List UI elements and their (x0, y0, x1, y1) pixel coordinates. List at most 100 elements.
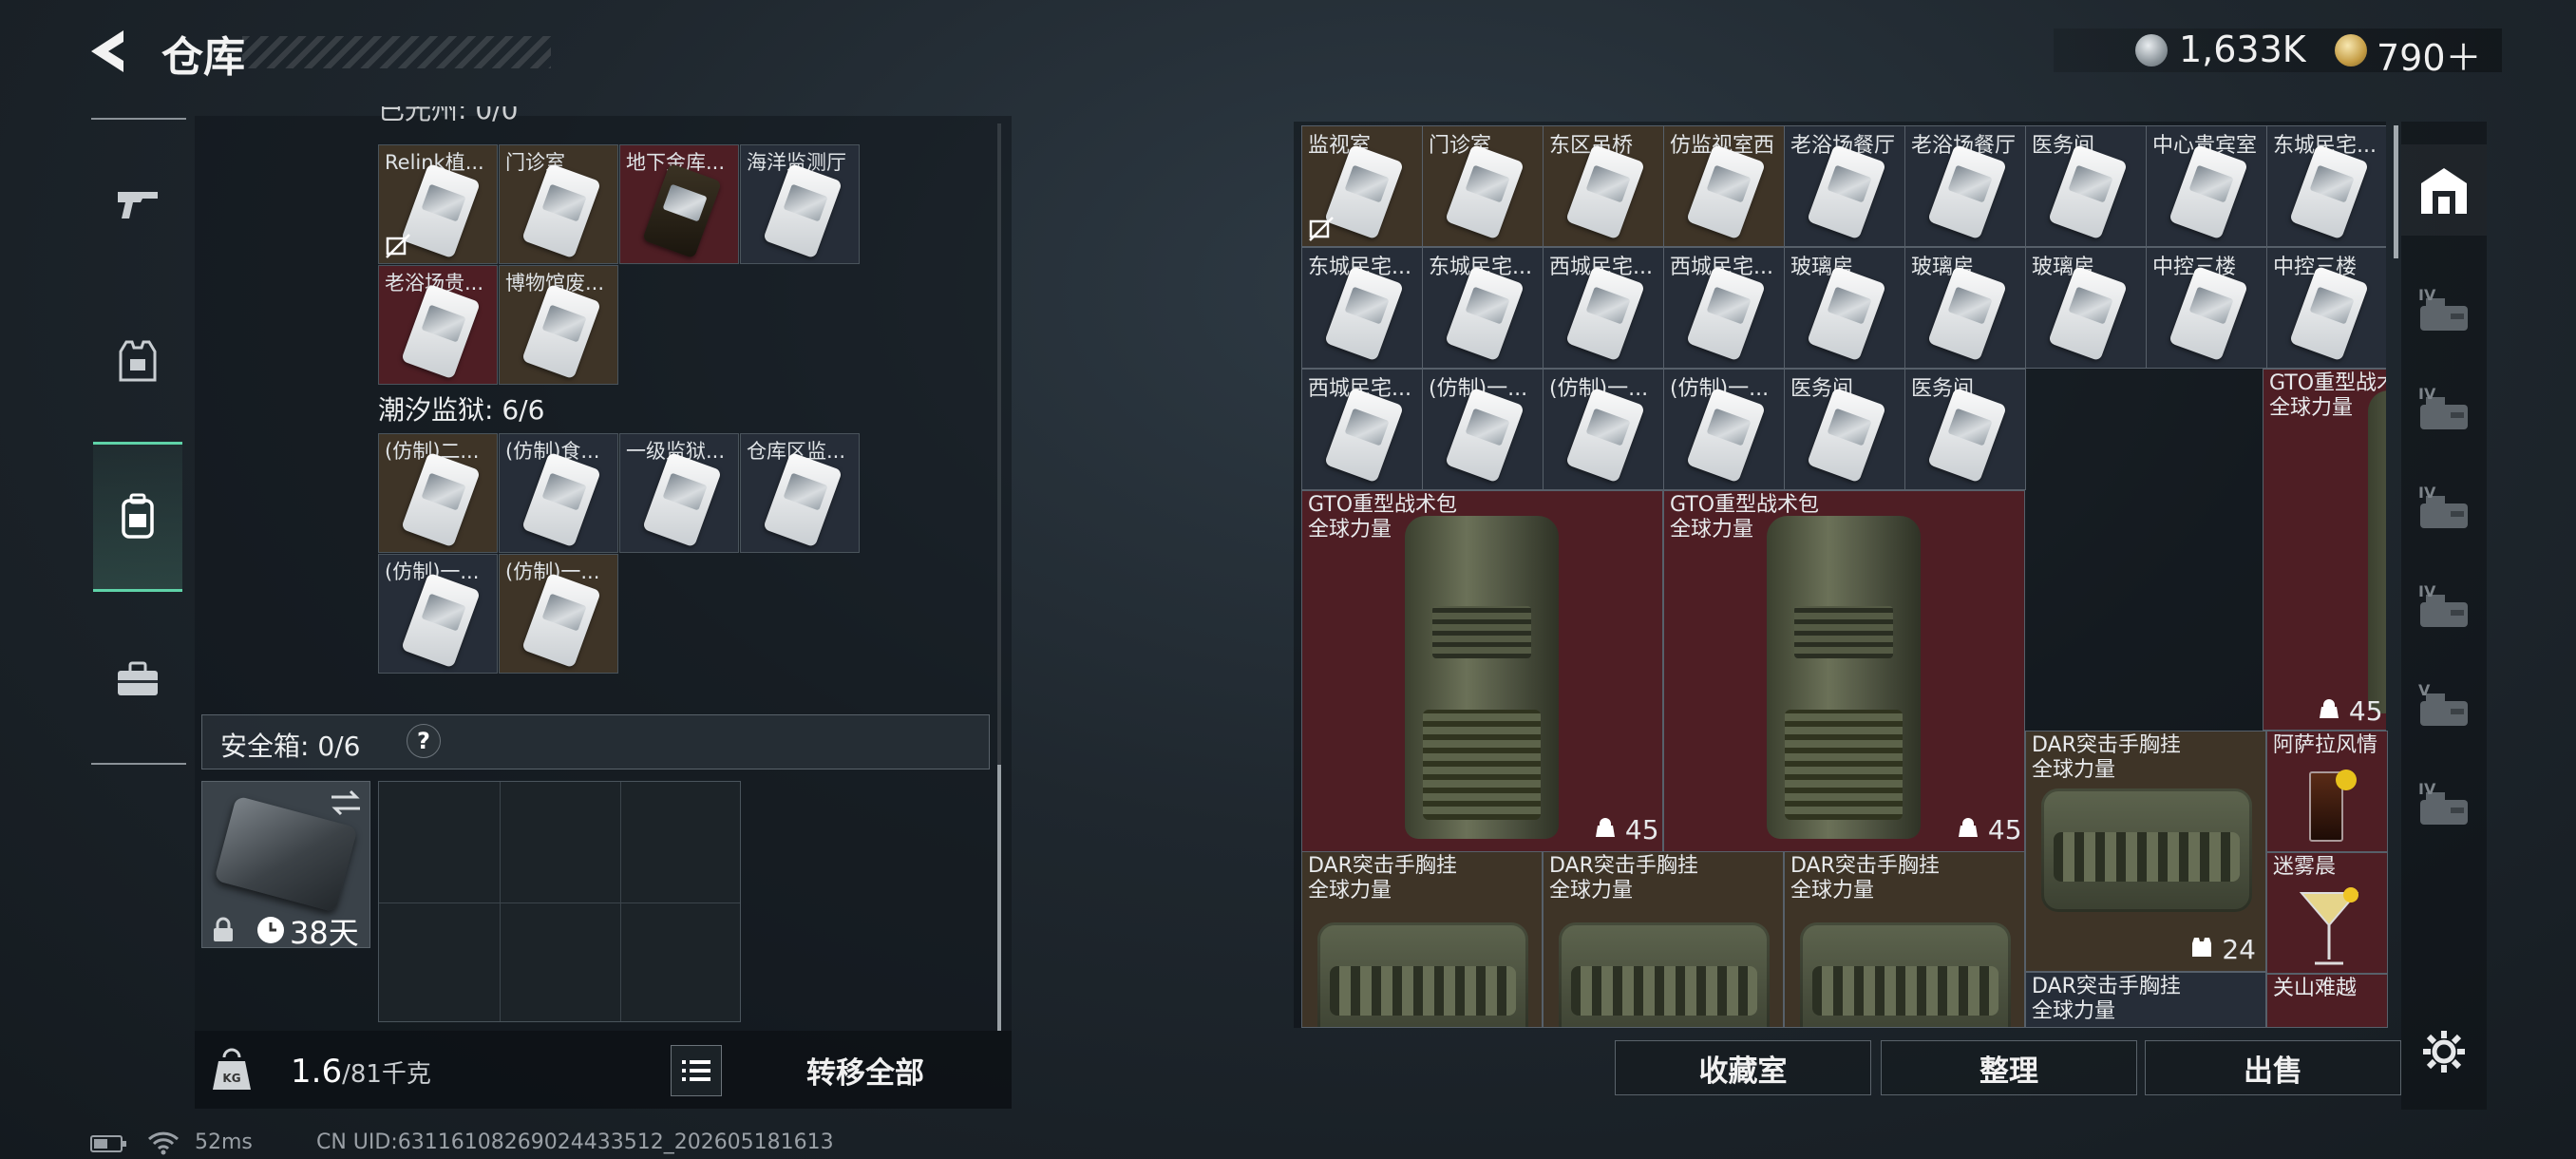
ping-readout: 52ms (195, 1130, 253, 1154)
chest-rig-item-4[interactable]: DAR突击手胸挂 全球力量 (2025, 972, 2266, 1028)
chest-rig-item-large[interactable]: DAR突击手胸挂 全球力量 24 (2025, 731, 2266, 972)
backpack-item-2[interactable]: GTO重型战术包 全球力量 (1663, 490, 2025, 852)
level-iv-gun-icon: IV (2418, 385, 2468, 429)
gold-coin-icon (2335, 34, 2367, 66)
keycard-slot[interactable]: 西城民宅... (1543, 247, 1664, 369)
safe-box-slot[interactable]: 38天 (201, 781, 370, 951)
keycard-image (521, 572, 601, 669)
keycard-slot[interactable]: (仿制)一... (378, 554, 498, 674)
chest-rig-item-2[interactable]: DAR突击手胸挂 全球力量 (1543, 851, 1784, 1028)
keycard-slot[interactable]: 医务间 (1904, 369, 2026, 490)
backpack-item-1[interactable]: GTO重型战术包 全球力量 (1301, 490, 1663, 852)
chest-rig-image (2041, 788, 2252, 912)
tab-backpack[interactable] (93, 442, 182, 592)
keycard-slot[interactable]: 仓库区监... (740, 433, 860, 553)
keycard-slot[interactable]: 老浴场餐厅 (1784, 125, 1905, 247)
keycard-slot[interactable]: 东区吊桥 (1543, 125, 1664, 247)
tab-storage-5[interactable]: V (2401, 661, 2487, 752)
drink-item-3[interactable]: 关山难越 (2266, 974, 2388, 1028)
item-name: 阿萨拉风情 (2273, 733, 2378, 757)
keycard-slot[interactable]: 老浴场餐厅 (1904, 125, 2026, 247)
backpack-item-3[interactable]: GTO重型战术包全球力量 (2263, 369, 2386, 731)
keycard-slot[interactable]: (仿制)一... (499, 554, 618, 674)
transfer-all-button[interactable]: 转移全部 (731, 1039, 999, 1100)
page-title: 仓库 (161, 33, 245, 82)
keycard-slot[interactable]: 东城民宅... (1422, 247, 1544, 369)
list-icon (682, 1060, 710, 1081)
backpack-1-durability: 45 (1594, 814, 1659, 846)
swap-icon[interactable] (328, 788, 364, 818)
item-name: GTO重型战术包 (1670, 493, 1820, 517)
keycard-slot[interactable]: 地下金库... (619, 144, 739, 264)
tab-warehouse-main[interactable] (2401, 144, 2487, 236)
tab-storage-2[interactable]: IV (2401, 365, 2487, 456)
drink-item-2[interactable]: 迷雾晨 (2266, 852, 2388, 974)
tab-toolbox[interactable] (93, 608, 182, 750)
keycard-slot[interactable]: 玻璃房 (1784, 247, 1905, 369)
level-iv-case-icon: IV (2418, 286, 2468, 331)
tab-storage-3[interactable]: IV (2401, 464, 2487, 555)
keycard-slot[interactable]: 中心贵宾室 (2146, 125, 2267, 247)
keycard-slot[interactable]: 西城民宅... (1301, 369, 1423, 490)
left-scrollbar-thumb[interactable] (997, 765, 1001, 1031)
gun-icon (118, 192, 158, 218)
keycard-slot[interactable]: 老浴场贵... (378, 265, 498, 385)
item-name: DAR突击手胸挂 (1549, 854, 1698, 878)
keycard-slot[interactable]: 东城民宅... (2266, 125, 2386, 247)
keycard-slot[interactable]: 门诊室 (1422, 125, 1544, 247)
collection-room-button[interactable]: 收藏室 (1615, 1040, 1871, 1095)
safe-box-help-button[interactable]: ? (407, 724, 441, 758)
keycard-slot[interactable]: 监视室 (1301, 125, 1423, 247)
armor-icon (119, 340, 157, 382)
tab-storage-4[interactable]: IV (2401, 562, 2487, 654)
drink-item-1[interactable]: 阿萨拉风情 (2266, 731, 2388, 852)
backpack-icon (122, 493, 154, 539)
keycard-slot[interactable]: 中控三楼 (2266, 247, 2386, 369)
keycard-slot[interactable]: 博物馆废... (499, 265, 618, 385)
svg-text:IV: IV (2418, 484, 2436, 502)
warehouse-scrollbar-thumb[interactable] (2394, 125, 2398, 258)
silver-currency-value: 1,633K (2179, 28, 2306, 70)
settings-gear-icon[interactable] (2420, 1028, 2468, 1075)
svg-text:IV: IV (2418, 286, 2436, 304)
chest-rig-image (1317, 922, 1528, 1027)
tab-storage-1[interactable]: IV (2401, 266, 2487, 357)
gold-currency-value[interactable]: 790＋ (2377, 28, 2482, 81)
keycard-slot[interactable]: 玻璃房 (1904, 247, 2026, 369)
keycard-slot[interactable]: (仿制)一... (1663, 369, 1785, 490)
lock-icon (214, 917, 233, 941)
keycard-slot[interactable]: 门诊室 (499, 144, 618, 264)
chest-rig-item-1[interactable]: DAR突击手胸挂 全球力量 (1301, 851, 1543, 1028)
chest-rig-item-3[interactable]: DAR突击手胸挂 全球力量 (1784, 851, 2025, 1028)
keycard-slot[interactable]: 一级监狱... (619, 433, 739, 553)
back-button[interactable] (85, 27, 133, 76)
item-name: 关山难越 (2273, 977, 2358, 1000)
safe-box-grid[interactable] (378, 781, 741, 1022)
keycard-slot[interactable]: (仿制)一... (1543, 369, 1664, 490)
keycard-slot[interactable]: 东城民宅... (1301, 247, 1423, 369)
keycard-slot[interactable]: (仿制)食... (499, 433, 618, 553)
keycard-slot[interactable]: 西城民宅... (1663, 247, 1785, 369)
keycard-slot[interactable]: 玻璃房 (2025, 247, 2147, 369)
list-view-button[interactable] (671, 1045, 722, 1096)
keycard-slot[interactable]: (仿制)一... (1422, 369, 1544, 490)
item-name: DAR突击手胸挂 (2032, 733, 2181, 757)
keycard-slot[interactable]: Relink植... (378, 144, 498, 264)
keycard-slot[interactable]: 海洋监测厅 (740, 144, 860, 264)
sidebar-divider (91, 118, 186, 120)
keycard-slot[interactable]: 中控三楼 (2146, 247, 2267, 369)
keycard-slot[interactable]: 医务间 (2025, 125, 2147, 247)
keycard-slot[interactable]: 医务间 (1784, 369, 1905, 490)
backpack-image (2368, 390, 2386, 713)
keycard-slot[interactable]: 仿监视室西 (1663, 125, 1785, 247)
keycard-slot[interactable]: (仿制)二... (378, 433, 498, 553)
item-brand: 全球力量 (2032, 999, 2116, 1023)
tab-storage-6[interactable]: IV (2401, 760, 2487, 851)
svg-text:KG: KG (222, 1072, 240, 1085)
backpack-image (1767, 516, 1921, 839)
sort-button[interactable]: 整理 (1881, 1040, 2137, 1095)
sell-button[interactable]: 出售 (2145, 1040, 2401, 1095)
section-title-cut: 已光州: 0/0 (378, 106, 519, 125)
tab-weapons[interactable] (93, 133, 182, 276)
tab-armor[interactable] (93, 290, 182, 432)
